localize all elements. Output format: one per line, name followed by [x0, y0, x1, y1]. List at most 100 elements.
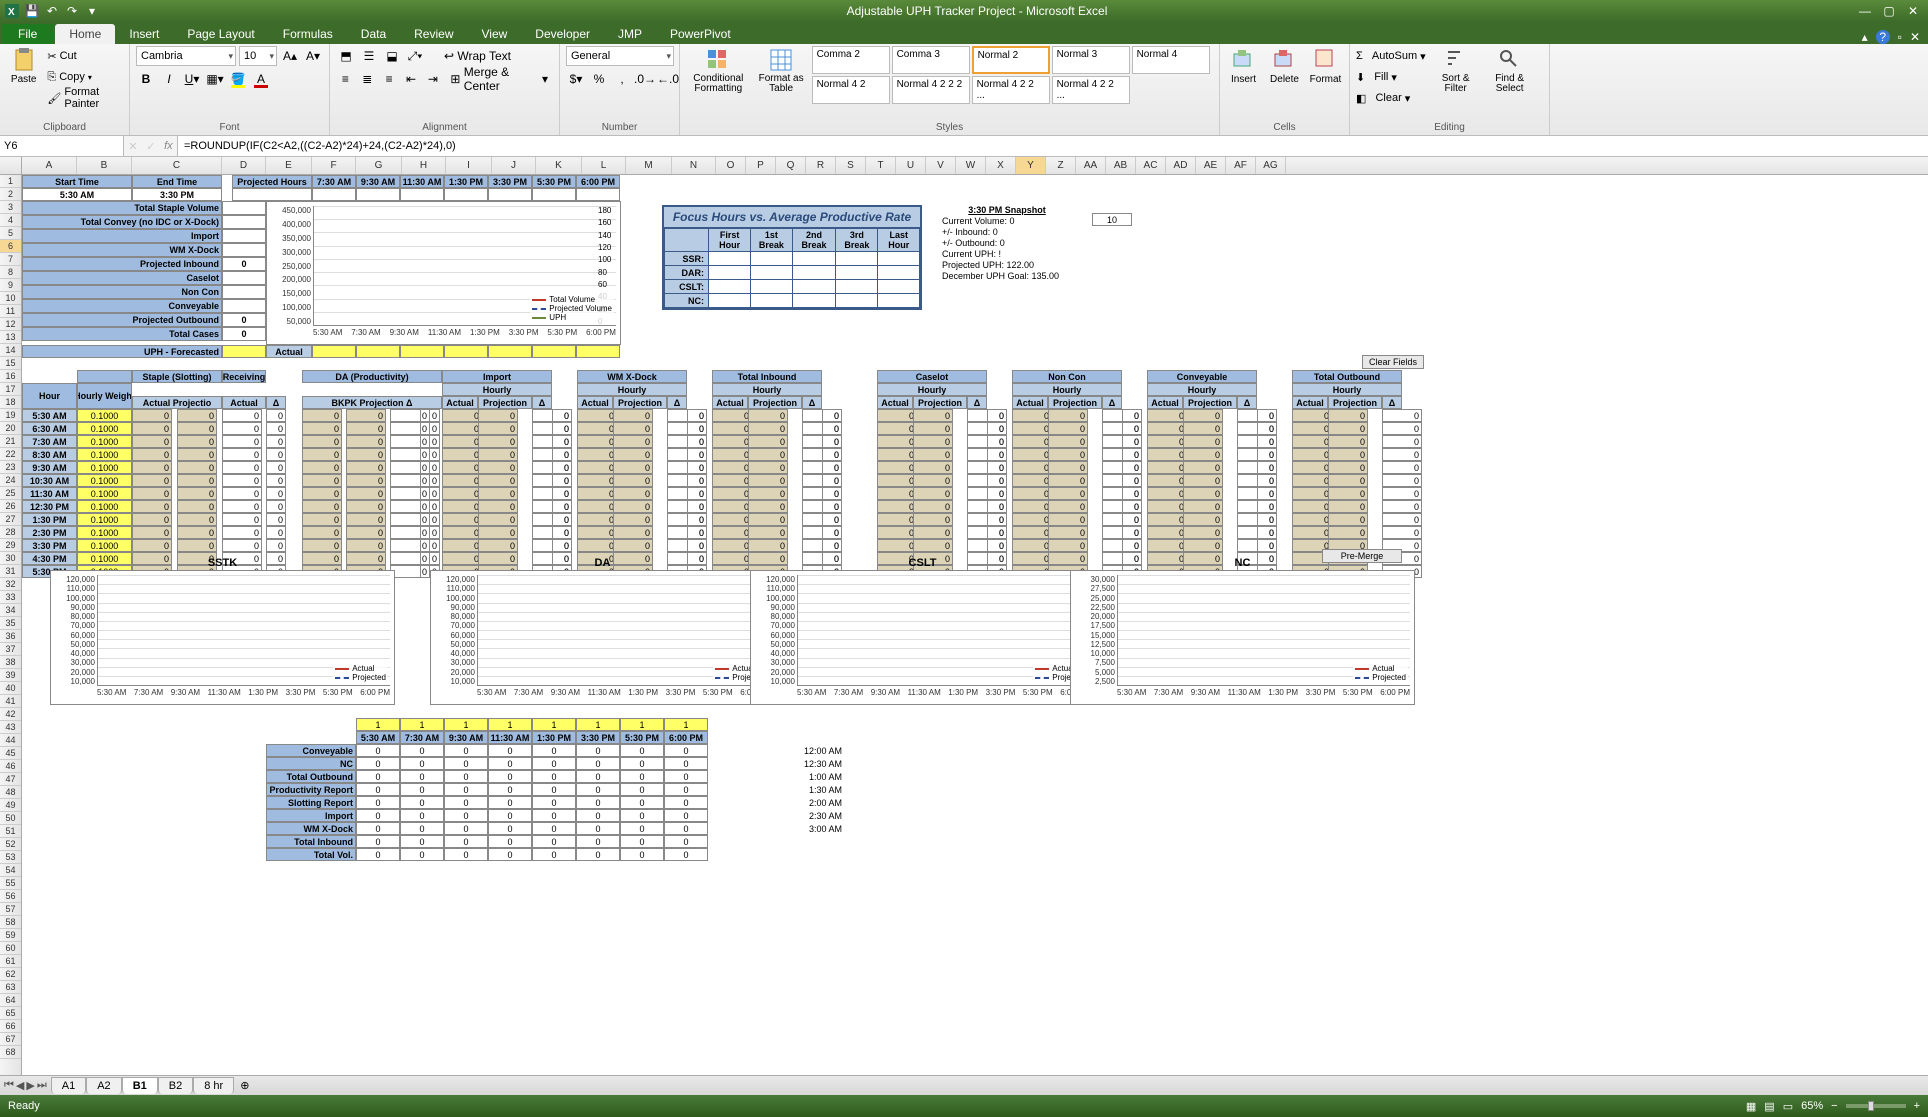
row-19[interactable]: 19 — [0, 409, 21, 422]
undo-icon[interactable]: ↶ — [44, 3, 60, 19]
row-63[interactable]: 63 — [0, 981, 21, 994]
percent-icon[interactable]: % — [589, 69, 609, 89]
align-center-icon[interactable]: ≣ — [358, 69, 377, 89]
row-7[interactable]: 7 — [0, 253, 21, 266]
row-43[interactable]: 43 — [0, 721, 21, 734]
format-painter-button[interactable]: 🖌Format Painter — [47, 88, 123, 108]
align-middle-icon[interactable]: ☰ — [359, 46, 379, 66]
toprow-val-0[interactable] — [222, 201, 266, 215]
number-format-dropdown[interactable]: General — [566, 46, 674, 66]
row-45[interactable]: 45 — [0, 747, 21, 760]
toprow-val-5[interactable] — [222, 271, 266, 285]
tab-review[interactable]: Review — [400, 24, 467, 44]
row-3[interactable]: 3 — [0, 201, 21, 214]
col-V[interactable]: V — [926, 157, 956, 174]
row-64[interactable]: 64 — [0, 994, 21, 1007]
autosum-button[interactable]: Σ AutoSum▾ — [1356, 46, 1426, 66]
fill-color-icon[interactable]: 🪣 — [228, 69, 248, 89]
row-51[interactable]: 51 — [0, 825, 21, 838]
indent-dec-icon[interactable]: ⇤ — [402, 69, 421, 89]
close-icon[interactable]: ✕ — [1902, 3, 1924, 19]
col-F[interactable]: F — [312, 157, 356, 174]
row-49[interactable]: 49 — [0, 799, 21, 812]
row-35[interactable]: 35 — [0, 617, 21, 630]
window-restore-icon[interactable]: ▫ — [1898, 30, 1902, 44]
formula-input[interactable]: =ROUNDUP(IF(C2<A2,((C2-A2)*24)+24,(C2-A2… — [178, 136, 1928, 156]
col-R[interactable]: R — [806, 157, 836, 174]
row-39[interactable]: 39 — [0, 669, 21, 682]
indent-inc-icon[interactable]: ⇥ — [424, 69, 443, 89]
col-I[interactable]: I — [446, 157, 492, 174]
row-68[interactable]: 68 — [0, 1046, 21, 1059]
tab-formulas[interactable]: Formulas — [269, 24, 347, 44]
end-time[interactable]: 3:30 PM — [132, 188, 222, 201]
row-66[interactable]: 66 — [0, 1020, 21, 1033]
style-normal4[interactable]: Normal 4 — [1132, 46, 1210, 74]
row-57[interactable]: 57 — [0, 903, 21, 916]
underline-icon[interactable]: U▾ — [182, 69, 202, 89]
col-H[interactable]: H — [402, 157, 446, 174]
fill-button[interactable]: ⬇ Fill▾ — [1356, 67, 1426, 87]
tab-jmp[interactable]: JMP — [604, 24, 656, 44]
orientation-icon[interactable]: ⤢▾ — [405, 46, 425, 66]
align-bottom-icon[interactable]: ⬓ — [382, 46, 402, 66]
col-AB[interactable]: AB — [1106, 157, 1136, 174]
comma-icon[interactable]: , — [612, 69, 632, 89]
style-normal42[interactable]: Normal 4 2 — [812, 76, 890, 104]
row-10[interactable]: 10 — [0, 292, 21, 305]
start-time[interactable]: 5:30 AM — [22, 188, 132, 201]
toprow-val-6[interactable] — [222, 285, 266, 299]
col-B[interactable]: B — [77, 157, 132, 174]
dec-decimal-icon[interactable]: ←.0 — [658, 69, 678, 89]
cut-button[interactable]: ✂Cut — [47, 46, 123, 66]
zoom-slider[interactable] — [1846, 1104, 1906, 1108]
align-left-icon[interactable]: ≡ — [336, 69, 355, 89]
prev-sheet-icon[interactable]: ◀ — [16, 1079, 24, 1092]
col-Q[interactable]: Q — [776, 157, 806, 174]
cancel-formula-icon[interactable]: ✕ — [128, 140, 137, 153]
zoom-out-icon[interactable]: − — [1831, 1100, 1837, 1112]
col-X[interactable]: X — [986, 157, 1016, 174]
cell-styles-gallery[interactable]: Comma 2 Comma 3 Normal 2 Normal 3 Normal… — [812, 46, 1213, 104]
row-60[interactable]: 60 — [0, 942, 21, 955]
row-5[interactable]: 5 — [0, 227, 21, 240]
row-1[interactable]: 1 — [0, 175, 21, 188]
wrap-text-button[interactable]: ↩ Wrap Text — [439, 46, 516, 66]
toprow-val-3[interactable] — [222, 243, 266, 257]
sort-filter-button[interactable]: Sort & Filter — [1432, 46, 1480, 94]
clear-button[interactable]: ◧ Clear▾ — [1356, 88, 1426, 108]
row-37[interactable]: 37 — [0, 643, 21, 656]
redo-icon[interactable]: ↷ — [64, 3, 80, 19]
paste-button[interactable]: Paste — [6, 46, 41, 85]
sheet-tab-b2[interactable]: B2 — [158, 1077, 193, 1094]
col-AE[interactable]: AE — [1196, 157, 1226, 174]
help-icon[interactable]: ? — [1876, 30, 1890, 44]
fx-icon[interactable]: fx — [164, 140, 173, 152]
row-2[interactable]: 2 — [0, 188, 21, 201]
row-54[interactable]: 54 — [0, 864, 21, 877]
col-N[interactable]: N — [672, 157, 716, 174]
delete-cells-button[interactable]: Delete — [1267, 46, 1302, 85]
col-AC[interactable]: AC — [1136, 157, 1166, 174]
col-E[interactable]: E — [266, 157, 312, 174]
minimize-ribbon-icon[interactable]: ▴ — [1862, 30, 1868, 44]
font-size-dropdown[interactable]: 10 — [239, 46, 277, 66]
snapshot-box[interactable]: 10 — [1092, 213, 1132, 226]
tab-developer[interactable]: Developer — [521, 24, 604, 44]
sheet-tab-a1[interactable]: A1 — [51, 1077, 86, 1094]
row-13[interactable]: 13 — [0, 331, 21, 344]
style-normal422a[interactable]: Normal 4 2 2 ... — [972, 76, 1050, 104]
row-53[interactable]: 53 — [0, 851, 21, 864]
row-31[interactable]: 31 — [0, 565, 21, 578]
row-4[interactable]: 4 — [0, 214, 21, 227]
col-AF[interactable]: AF — [1226, 157, 1256, 174]
row-11[interactable]: 11 — [0, 305, 21, 318]
sheet-tab-b1[interactable]: B1 — [122, 1077, 158, 1094]
proj-hours[interactable] — [232, 188, 312, 201]
row-67[interactable]: 67 — [0, 1033, 21, 1046]
row-36[interactable]: 36 — [0, 630, 21, 643]
col-W[interactable]: W — [956, 157, 986, 174]
italic-icon[interactable]: I — [159, 69, 179, 89]
row-59[interactable]: 59 — [0, 929, 21, 942]
col-C[interactable]: C — [132, 157, 222, 174]
